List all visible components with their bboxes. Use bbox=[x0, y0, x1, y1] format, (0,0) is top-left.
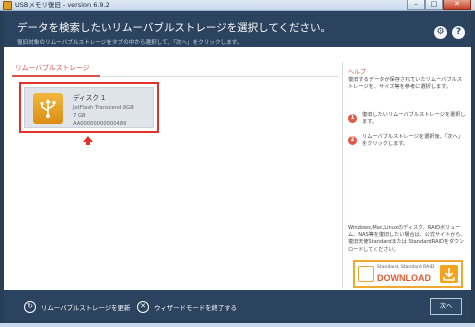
help-panel: ヘルプ 復旧するデータが保存されていたリムーバブルストレージを、サイズ等を参考に… bbox=[342, 62, 468, 288]
drive-card-inner: ディスク 1 JetFlash Transcend 8GB 7 GB AA000… bbox=[24, 87, 154, 128]
help-intro: 復旧するデータが保存されていたリムーバブルストレージを、サイズ等を参考に選択しま… bbox=[348, 77, 462, 91]
window-title: USBメモリ復旧 - version 6.9.2 bbox=[15, 1, 110, 9]
drive-size: 7 GB bbox=[73, 113, 86, 119]
drive-model: JetFlash Transcend 8GB bbox=[73, 105, 134, 111]
refresh-storage-button[interactable]: ↻ リムーバブルストレージを更新 bbox=[24, 300, 130, 314]
window-controls: – □ ✕ bbox=[407, 0, 471, 10]
app-icon bbox=[3, 1, 12, 10]
maximize-button[interactable]: □ bbox=[425, 0, 443, 10]
step-text-1: 復旧したいリムーバブルストレージを選択します。 bbox=[362, 112, 466, 126]
drive-card[interactable]: ディスク 1 JetFlash Transcend 8GB 7 GB AA000… bbox=[19, 82, 159, 133]
window-titlebar: USBメモリ復旧 - version 6.9.2 – □ ✕ bbox=[0, 0, 475, 11]
exit-wizard-button[interactable]: ✕ ウィザードモードを終了する bbox=[137, 300, 237, 314]
gear-icon[interactable]: ⚙ bbox=[434, 26, 447, 39]
active-tab-indicator bbox=[12, 75, 100, 77]
step-number-1: 1 bbox=[348, 114, 357, 123]
bottom-bar: ↻ リムーバブルストレージを更新 ✕ ウィザードモードを終了する 次へ bbox=[4, 290, 471, 323]
next-button[interactable]: 次へ bbox=[430, 298, 462, 315]
header: データを検索したいリムーバブルストレージを選択してください。 復旧対象のリムーバ… bbox=[4, 11, 471, 47]
step-text-2: リムーバブルストレージを選択後、「次へ」をクリックします。 bbox=[362, 134, 463, 148]
page-subtitle: 復旧対象のリムーバブルストレージをタブの中から選択して、「次へ」をクリックします… bbox=[17, 40, 243, 46]
main-content: リムーバブルストレージ ディスク 1 JetFlash Transcend 8G… bbox=[4, 47, 471, 290]
drive-serial: AA00000000000489 bbox=[73, 121, 127, 127]
help-note: Windows,Mac,Linuxのディスク、RAIDボリューム、NAS等を復旧… bbox=[348, 225, 466, 253]
pointer-arrow-stem bbox=[86, 141, 90, 145]
help-icon[interactable]: ? bbox=[452, 26, 465, 39]
usb-icon bbox=[33, 93, 63, 124]
product-logo-icon bbox=[358, 266, 374, 282]
exit-wizard-label: ウィザードモードを終了する bbox=[154, 303, 238, 312]
minimize-button[interactable]: – bbox=[407, 0, 425, 10]
tab-removable-storage[interactable]: リムーバブルストレージ bbox=[15, 62, 90, 75]
close-button[interactable]: ✕ bbox=[443, 0, 471, 10]
download-banner[interactable]: Standard, Standard RAID DOWNLOAD bbox=[353, 260, 463, 288]
help-title: ヘルプ bbox=[348, 69, 367, 76]
close-circle-icon: ✕ bbox=[137, 301, 149, 313]
refresh-storage-label: リムーバブルストレージを更新 bbox=[41, 303, 131, 312]
download-icon bbox=[440, 265, 458, 283]
download-banner-label: DOWNLOAD bbox=[377, 273, 431, 283]
drive-name: ディスク 1 bbox=[73, 94, 106, 102]
download-banner-edition: Standard, Standard RAID bbox=[377, 265, 435, 270]
window-frame-bottom bbox=[0, 323, 475, 327]
page-title: データを検索したいリムーバブルストレージを選択してください。 bbox=[17, 22, 332, 34]
refresh-icon: ↻ bbox=[24, 301, 36, 313]
step-number-2: 2 bbox=[348, 136, 357, 145]
